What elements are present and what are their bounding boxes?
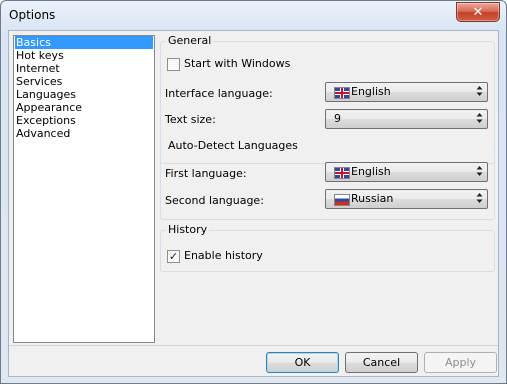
footer-divider [9, 345, 498, 346]
second-language-value: Russian [351, 192, 394, 205]
close-button[interactable]: ✕ [456, 2, 500, 22]
nav-item-basics[interactable]: Basics [15, 36, 153, 49]
window-title: Options [9, 8, 56, 22]
updown-arrows-icon [476, 193, 483, 203]
interface-language-value: English [351, 85, 391, 98]
start-with-windows-label[interactable]: Start with Windows [184, 57, 290, 70]
title-bar[interactable]: Options ✕ [1, 1, 506, 31]
history-group-title: History [166, 223, 210, 236]
nav-item-exceptions[interactable]: Exceptions [15, 114, 153, 127]
auto-detect-group: Auto-Detect Languages [160, 139, 495, 220]
second-language-label: Second language: [165, 194, 264, 207]
nav-item-services[interactable]: Services [15, 75, 153, 88]
updown-arrows-icon [476, 86, 483, 96]
text-size-label: Text size: [165, 113, 216, 126]
cancel-button[interactable]: Cancel [345, 352, 418, 373]
uk-flag-icon [334, 167, 350, 179]
general-group-title: General [166, 34, 214, 47]
nav-item-advanced[interactable]: Advanced [15, 127, 153, 140]
enable-history-label[interactable]: Enable history [184, 249, 263, 262]
dialog-client-area: Basics Hot keys Internet Services Langua… [8, 30, 499, 377]
first-language-select[interactable]: English [325, 162, 488, 182]
apply-button[interactable]: Apply [424, 352, 497, 373]
text-size-select[interactable]: 9 [325, 109, 488, 129]
nav-item-hot-keys[interactable]: Hot keys [15, 49, 153, 62]
enable-history-checkbox[interactable]: ✓ [167, 250, 180, 263]
nav-item-internet[interactable]: Internet [15, 62, 153, 75]
nav-item-languages[interactable]: Languages [15, 88, 153, 101]
russia-flag-icon [334, 194, 350, 206]
uk-flag-icon [334, 87, 350, 99]
first-language-value: English [351, 165, 391, 178]
updown-arrows-icon [476, 166, 483, 176]
category-list[interactable]: Basics Hot keys Internet Services Langua… [13, 35, 155, 343]
options-window: Options ✕ Basics Hot keys Internet Servi… [0, 0, 507, 384]
nav-item-appearance[interactable]: Appearance [15, 101, 153, 114]
second-language-select[interactable]: Russian [325, 189, 488, 209]
updown-arrows-icon [476, 113, 483, 123]
auto-detect-group-title: Auto-Detect Languages [166, 139, 300, 152]
interface-language-select[interactable]: English [325, 82, 488, 102]
start-with-windows-checkbox[interactable] [167, 58, 180, 71]
first-language-label: First language: [165, 167, 247, 180]
ok-button[interactable]: OK [266, 352, 339, 373]
checkmark-icon: ✓ [168, 250, 179, 263]
interface-language-label: Interface language: [165, 87, 273, 100]
close-icon: ✕ [472, 4, 484, 20]
text-size-value: 9 [334, 112, 341, 125]
